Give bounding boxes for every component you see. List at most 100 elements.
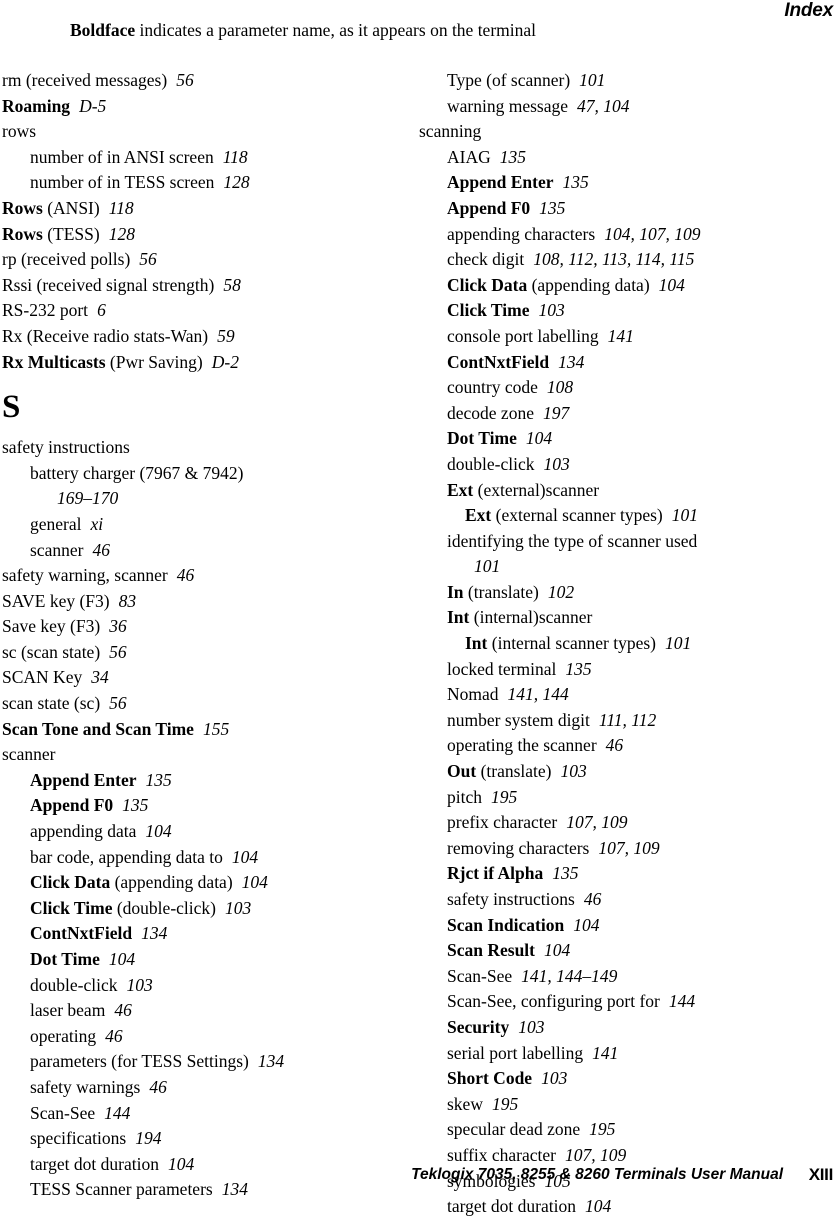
index-entry[interactable]: Nomad 141, 144	[419, 682, 819, 708]
index-entry-page-numbers[interactable]: 134	[132, 923, 167, 943]
index-entry[interactable]: Scan Indication 104	[419, 913, 819, 939]
index-entry-page-numbers[interactable]: 107, 109	[589, 838, 659, 858]
index-entry[interactable]: Rjct if Alpha 135	[419, 861, 819, 887]
index-entry[interactable]: Click Time (double-click) 103	[2, 896, 402, 922]
index-entry-page-numbers[interactable]: 83	[110, 591, 137, 611]
index-entry[interactable]: Roaming D-5	[2, 94, 402, 120]
index-entry-page-numbers[interactable]: 104	[564, 915, 599, 935]
index-entry-page-numbers[interactable]: 46	[105, 1000, 132, 1020]
index-entry[interactable]: serial port labelling 141	[419, 1041, 819, 1067]
index-entry[interactable]: Rx Multicasts (Pwr Saving) D-2	[2, 350, 402, 376]
index-entry[interactable]: rows	[2, 119, 402, 145]
index-entry-page-numbers[interactable]: 46	[140, 1077, 167, 1097]
index-entry-page-numbers[interactable]: 46	[83, 540, 110, 560]
index-entry[interactable]: safety warnings 46	[2, 1075, 402, 1101]
index-entry-page-numbers[interactable]: 47, 104	[568, 96, 630, 116]
index-entry[interactable]: rp (received polls) 56	[2, 247, 402, 273]
index-entry[interactable]: 101	[419, 554, 819, 580]
index-entry[interactable]: safety warning, scanner 46	[2, 563, 402, 589]
index-entry[interactable]: scanner	[2, 742, 402, 768]
index-entry-page-numbers[interactable]: 135	[556, 659, 591, 679]
index-entry-page-numbers[interactable]: 56	[130, 249, 157, 269]
index-entry-page-numbers[interactable]: 103	[529, 300, 564, 320]
index-entry[interactable]: appending characters 104, 107, 109	[419, 222, 819, 248]
index-entry[interactable]: safety instructions 46	[419, 887, 819, 913]
index-entry[interactable]: Rows (TESS) 128	[2, 222, 402, 248]
index-entry-page-numbers[interactable]: 6	[88, 300, 106, 320]
index-entry-page-numbers[interactable]: 103	[509, 1017, 544, 1037]
index-entry[interactable]: Dot Time 104	[419, 426, 819, 452]
index-entry-page-numbers[interactable]: 101	[465, 556, 500, 576]
index-entry[interactable]: Security 103	[419, 1015, 819, 1041]
index-entry[interactable]: scanning	[419, 119, 819, 145]
index-entry-page-numbers[interactable]: 56	[100, 693, 127, 713]
index-entry-page-numbers[interactable]: D-5	[70, 96, 106, 116]
index-entry[interactable]: Dot Time 104	[2, 947, 402, 973]
index-entry[interactable]: country code 108	[419, 375, 819, 401]
index-entry-page-numbers[interactable]: 36	[100, 616, 127, 636]
index-entry-page-numbers[interactable]: 118	[214, 147, 248, 167]
index-entry[interactable]: specifications 194	[2, 1126, 402, 1152]
index-entry-page-numbers[interactable]: 104	[233, 872, 268, 892]
index-entry-page-numbers[interactable]: 134	[549, 352, 584, 372]
index-entry-page-numbers[interactable]: 103	[552, 761, 587, 781]
index-entry-page-numbers[interactable]: 104	[576, 1196, 611, 1216]
index-entry[interactable]: Ext (external)scanner	[419, 478, 819, 504]
index-entry[interactable]: warning message 47, 104	[419, 94, 819, 120]
index-entry-page-numbers[interactable]: 141, 144	[499, 684, 569, 704]
index-entry[interactable]: Scan-See, configuring port for 144	[419, 989, 819, 1015]
index-entry[interactable]: Out (translate) 103	[419, 759, 819, 785]
index-entry-page-numbers[interactable]: 141	[599, 326, 634, 346]
index-entry-page-numbers[interactable]: 141, 144–149	[512, 966, 617, 986]
index-entry[interactable]: Scan Tone and Scan Time 155	[2, 717, 402, 743]
index-entry-page-numbers[interactable]: 46	[96, 1026, 123, 1046]
index-entry-page-numbers[interactable]: 46	[575, 889, 602, 909]
index-entry[interactable]: RS-232 port 6	[2, 298, 402, 324]
index-entry-page-numbers[interactable]: 144	[660, 991, 695, 1011]
index-entry-page-numbers[interactable]: 108, 112, 113, 114, 115	[524, 249, 694, 269]
index-entry-page-numbers[interactable]: 103	[534, 454, 569, 474]
index-entry[interactable]: double-click 103	[419, 452, 819, 478]
index-entry[interactable]: Scan Result 104	[419, 938, 819, 964]
index-entry[interactable]: skew 195	[419, 1092, 819, 1118]
index-entry[interactable]: Append F0 135	[2, 793, 402, 819]
index-entry[interactable]: console port labelling 141	[419, 324, 819, 350]
index-entry[interactable]: Click Time 103	[419, 298, 819, 324]
index-entry-page-numbers[interactable]: 59	[208, 326, 235, 346]
index-entry[interactable]: pitch 195	[419, 785, 819, 811]
index-entry-page-numbers[interactable]: 101	[663, 505, 698, 525]
index-entry-page-numbers[interactable]: 128	[100, 224, 135, 244]
index-entry-page-numbers[interactable]: 195	[580, 1119, 615, 1139]
index-entry-page-numbers[interactable]: 104, 107, 109	[595, 224, 700, 244]
index-entry[interactable]: prefix character 107, 109	[419, 810, 819, 836]
index-entry[interactable]: identifying the type of scanner used	[419, 529, 819, 555]
index-entry-page-numbers[interactable]: 104	[650, 275, 685, 295]
index-entry[interactable]: safety instructions	[2, 435, 402, 461]
index-entry[interactable]: Int (internal)scanner	[419, 605, 819, 631]
index-entry-page-numbers[interactable]: 155	[194, 719, 229, 739]
index-entry[interactable]: number of in TESS screen 128	[2, 170, 402, 196]
index-entry-page-numbers[interactable]: 104	[136, 821, 171, 841]
index-entry-page-numbers[interactable]: 111, 112	[590, 710, 656, 730]
index-entry[interactable]: check digit 108, 112, 113, 114, 115	[419, 247, 819, 273]
index-entry[interactable]: ContNxtField 134	[2, 921, 402, 947]
index-entry-page-numbers[interactable]: 107, 109	[557, 812, 627, 832]
index-entry-page-numbers[interactable]: 197	[534, 403, 569, 423]
index-entry[interactable]: Append Enter 135	[419, 170, 819, 196]
index-entry[interactable]: Rssi (received signal strength) 58	[2, 273, 402, 299]
index-entry[interactable]: number of in ANSI screen 118	[2, 145, 402, 171]
index-entry[interactable]: Save key (F3) 36	[2, 614, 402, 640]
index-entry-page-numbers[interactable]: 195	[482, 787, 517, 807]
index-entry-page-numbers[interactable]: 101	[656, 633, 691, 653]
index-entry-page-numbers[interactable]: 103	[216, 898, 251, 918]
index-entry[interactable]: scanner 46	[2, 538, 402, 564]
index-entry[interactable]: appending data 104	[2, 819, 402, 845]
index-entry[interactable]: battery charger (7967 & 7942)	[2, 461, 402, 487]
index-entry-page-numbers[interactable]: 141	[583, 1043, 618, 1063]
index-entry-page-numbers[interactable]: 104	[223, 847, 258, 867]
index-entry[interactable]: Rows (ANSI) 118	[2, 196, 402, 222]
index-entry[interactable]: bar code, appending data to 104	[2, 845, 402, 871]
index-entry[interactable]: ContNxtField 134	[419, 350, 819, 376]
index-entry[interactable]: Append Enter 135	[2, 768, 402, 794]
index-entry[interactable]: target dot duration 104	[419, 1194, 819, 1220]
